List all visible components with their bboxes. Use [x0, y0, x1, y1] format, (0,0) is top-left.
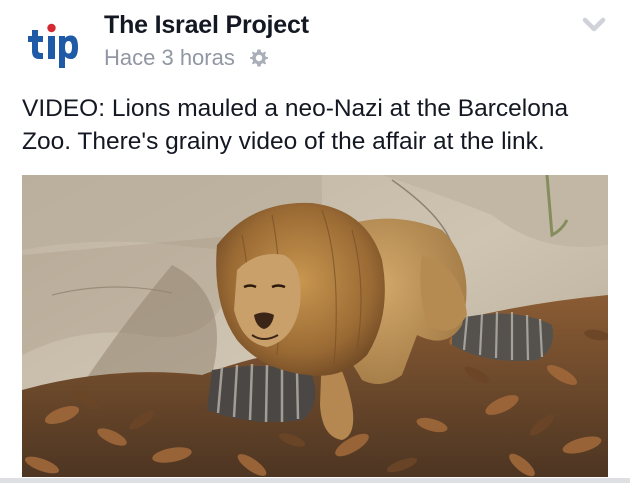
- page-name-link[interactable]: The Israel Project: [104, 11, 309, 40]
- post-header: The Israel Project Hace 3 horas: [0, 0, 630, 82]
- tip-logo-icon: [28, 23, 78, 68]
- chevron-down-icon: [582, 17, 606, 32]
- feed-post: The Israel Project Hace 3 horas VIDEO: L…: [0, 0, 630, 483]
- post-options-button[interactable]: [582, 16, 606, 34]
- feed-divider: [0, 478, 630, 483]
- post-meta: Hace 3 horas: [104, 45, 269, 71]
- post-message: VIDEO: Lions mauled a neo-Nazi at the Ba…: [22, 95, 569, 155]
- post-timestamp[interactable]: Hace 3 horas: [104, 45, 235, 71]
- gear-icon: [249, 48, 269, 68]
- lion-photo-image: [22, 175, 608, 477]
- page-avatar[interactable]: [24, 18, 84, 70]
- post-photo[interactable]: [22, 175, 608, 477]
